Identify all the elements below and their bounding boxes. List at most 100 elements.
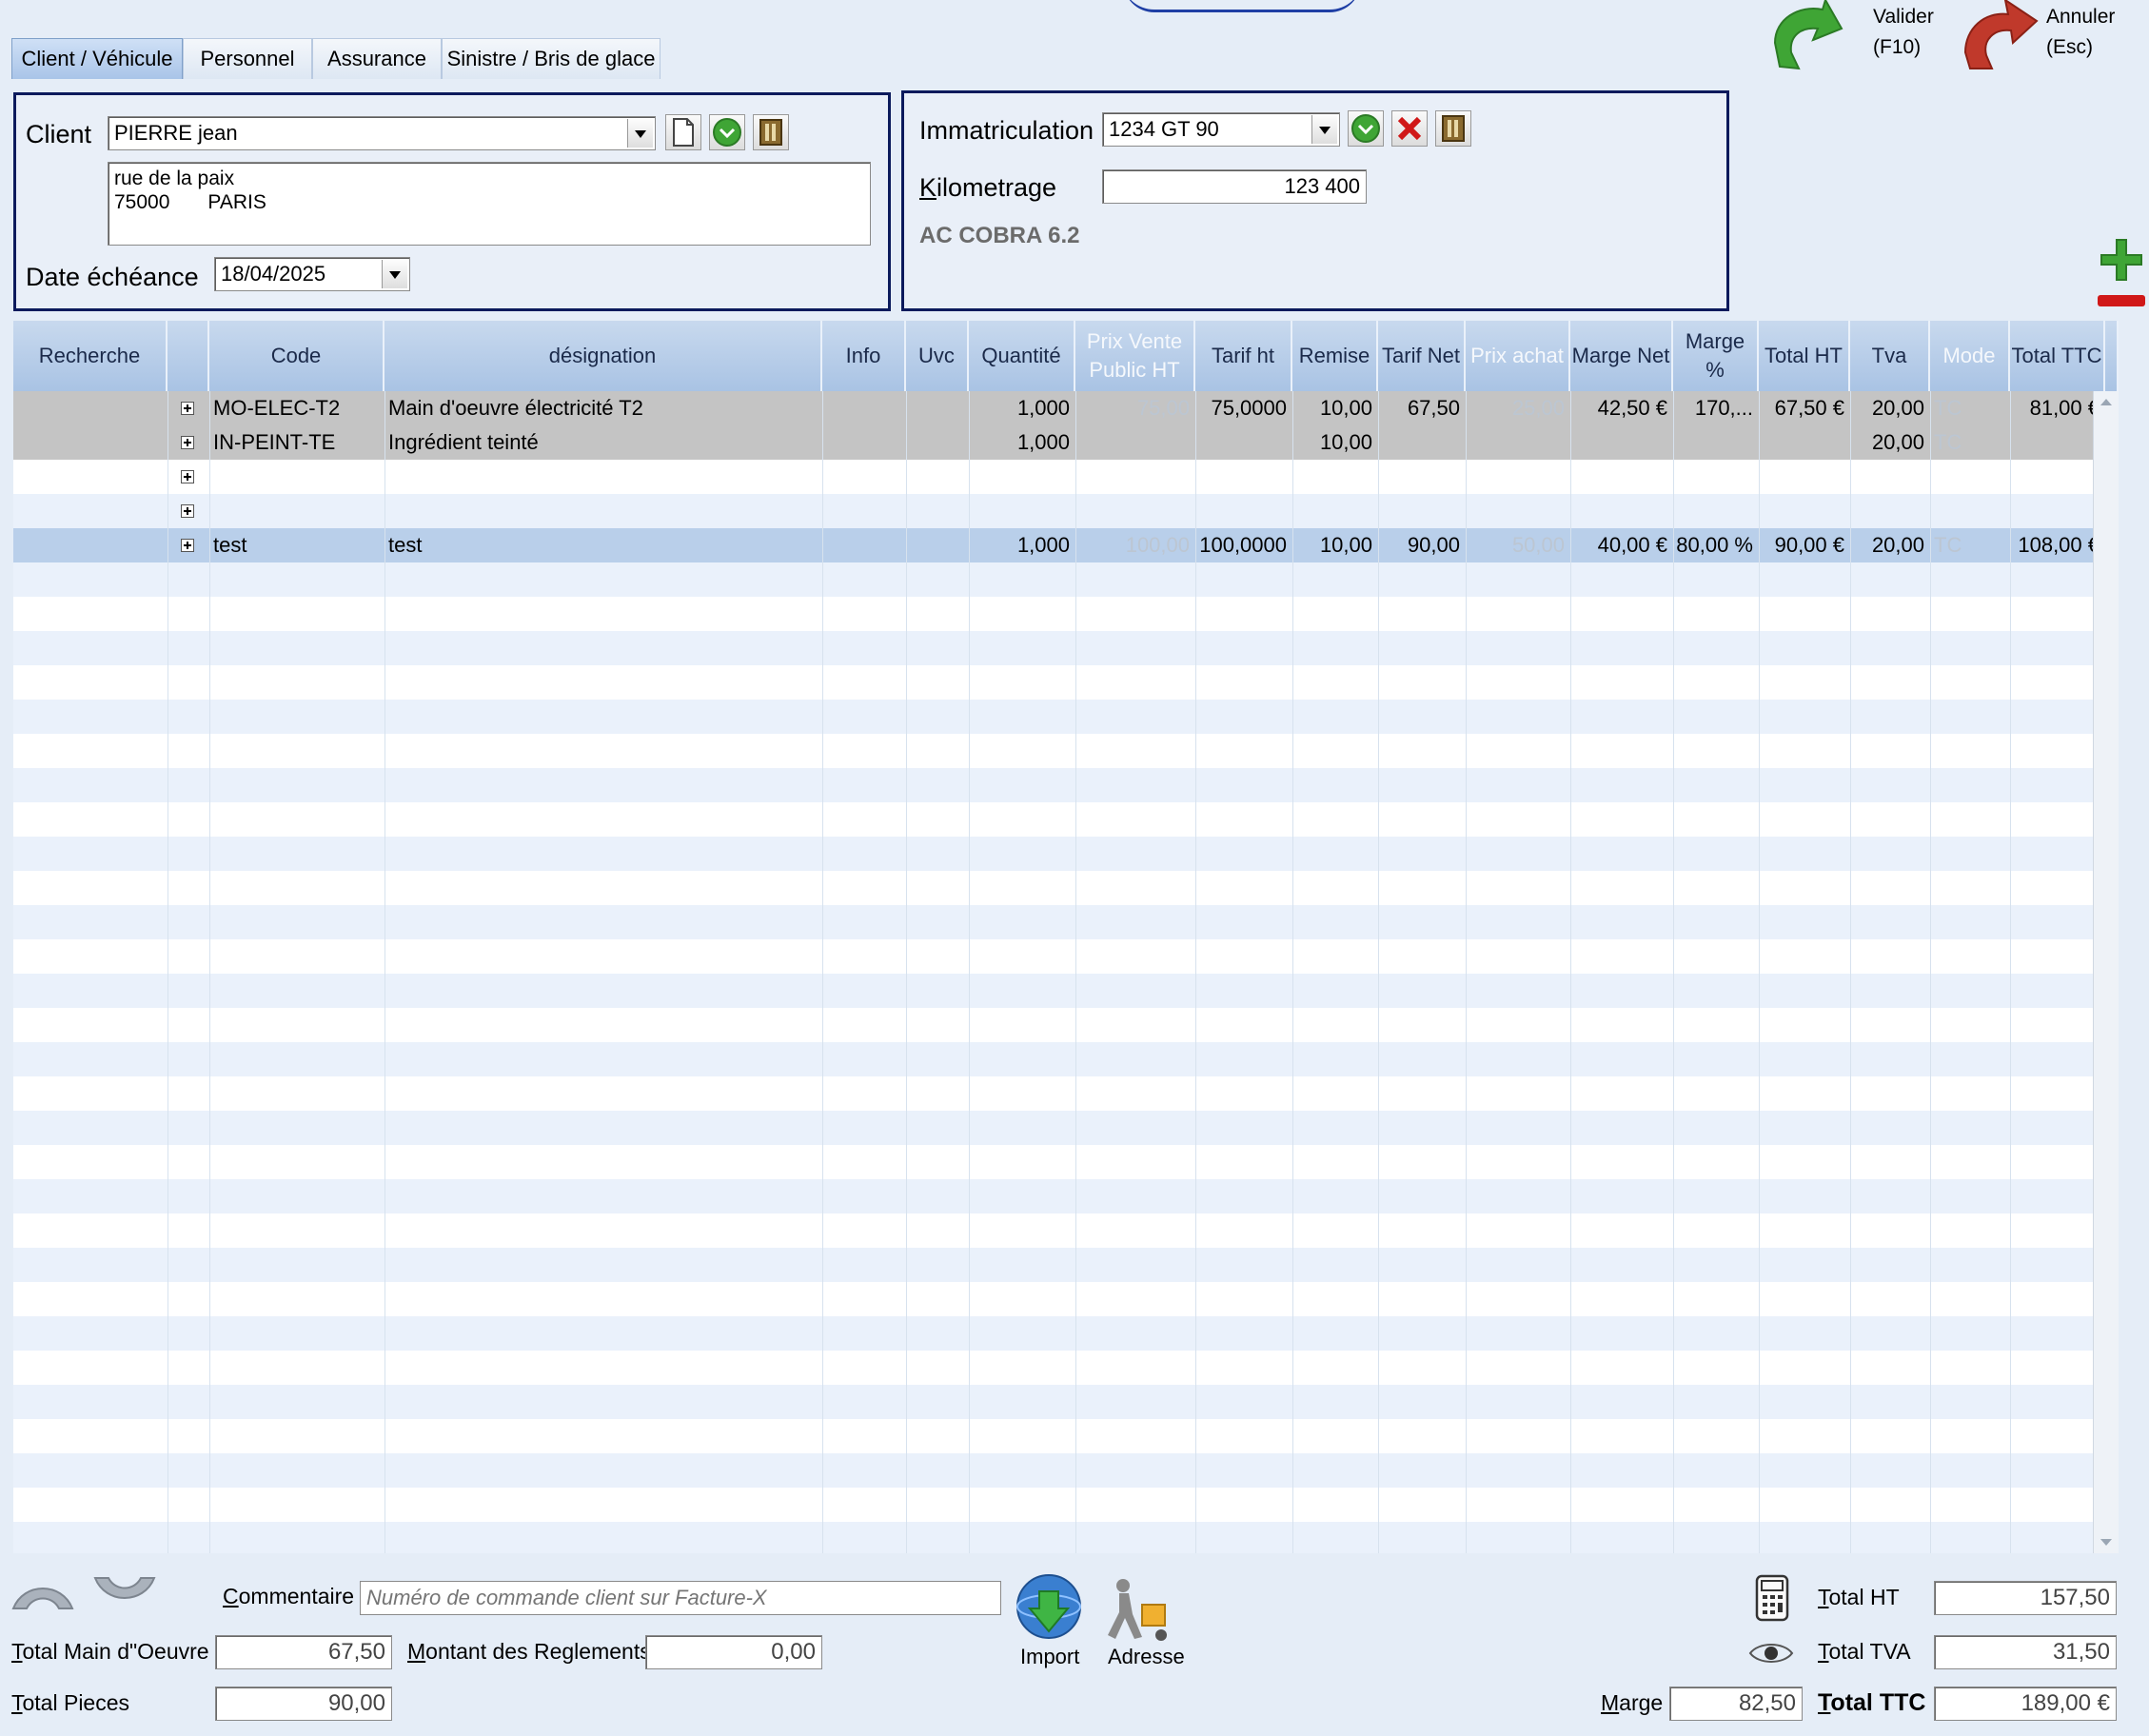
cell-prix-vente[interactable]	[1075, 460, 1195, 494]
cell-prix-achat[interactable]	[1466, 494, 1570, 528]
vehicle-book-button[interactable]	[1435, 110, 1471, 147]
column-chooser-icon[interactable]	[2105, 321, 2119, 391]
column-header-total-ht[interactable]: Total HT	[1759, 321, 1850, 391]
cell-tva[interactable]: 20,00	[1850, 528, 1930, 562]
cell-total-ht[interactable]	[1759, 460, 1850, 494]
table-row[interactable]: IN-PEINT-TE Ingrédient teinté 1,000 10,00 20…	[13, 425, 2105, 460]
cell-total-ttc[interactable]: 108,00 €	[2010, 528, 2105, 562]
column-header-expand[interactable]	[168, 321, 209, 391]
remove-line-icon[interactable]	[2098, 295, 2145, 306]
cell-mode[interactable]: TC	[1930, 391, 2010, 425]
expand-row-icon[interactable]	[181, 470, 194, 483]
table-row[interactable]: MO-ELEC-T2 Main d'oeuvre électricité T2 1,…	[13, 391, 2105, 425]
chevron-down-icon[interactable]	[1311, 115, 1337, 144]
cell-remise[interactable]: 10,00	[1292, 391, 1378, 425]
cell-tarif-net[interactable]	[1378, 460, 1466, 494]
column-header-code[interactable]: Code	[209, 321, 384, 391]
cell-code[interactable]: MO-ELEC-T2	[209, 391, 384, 425]
add-line-icon[interactable]	[2098, 236, 2145, 284]
calculator-icon[interactable]	[1753, 1574, 1791, 1622]
cell-prix-vente[interactable]	[1075, 494, 1195, 528]
client-book-button[interactable]	[753, 114, 789, 150]
tab-personnel[interactable]: Personnel	[183, 38, 312, 79]
cell-remise[interactable]: 10,00	[1292, 528, 1378, 562]
cell-total-ht[interactable]: 67,50 €	[1759, 391, 1850, 425]
vehicle-select-button[interactable]	[1348, 110, 1384, 147]
cell-designation[interactable]	[384, 494, 822, 528]
column-header-remise[interactable]: Remise	[1292, 321, 1378, 391]
cell-remise[interactable]: 10,00	[1292, 425, 1378, 460]
column-header-uvc[interactable]: Uvc	[906, 321, 969, 391]
column-header-total-ttc[interactable]: Total TTC	[2010, 321, 2105, 391]
cell-marge-net[interactable]	[1570, 425, 1673, 460]
column-header-marge-pct[interactable]: Marge %	[1673, 321, 1759, 391]
cell-tarif-net[interactable]	[1378, 494, 1466, 528]
column-header-prix-achat[interactable]: Prix achat	[1466, 321, 1570, 391]
cell-total-ttc[interactable]	[2010, 425, 2105, 460]
cell-tva[interactable]	[1850, 460, 1930, 494]
move-up-icon[interactable]	[10, 1570, 76, 1614]
client-address[interactable]: rue de la paix 75000 PARIS	[108, 162, 871, 246]
cell-mode[interactable]	[1930, 494, 2010, 528]
cancel-button[interactable]: Annuler (Esc)	[1956, 0, 2146, 76]
expand-row-icon[interactable]	[181, 436, 194, 449]
eye-icon[interactable]	[1747, 1639, 1795, 1667]
comment-input[interactable]	[360, 1581, 1001, 1615]
cell-prix-achat[interactable]	[1466, 425, 1570, 460]
cell-mode[interactable]: TC	[1930, 425, 2010, 460]
km-field[interactable]: 123 400	[1102, 169, 1367, 204]
cell-tarif-ht[interactable]: 75,0000	[1195, 391, 1292, 425]
cell-quantite[interactable]: 1,000	[969, 391, 1075, 425]
table-row[interactable]: test test 1,000 100,00 100,0000 10,00 90,00 50,…	[13, 528, 2105, 562]
cell-prix-achat[interactable]: 25,00	[1466, 391, 1570, 425]
cell-tva[interactable]	[1850, 494, 1930, 528]
vehicle-delete-button[interactable]	[1391, 110, 1428, 147]
column-header-tarif-net[interactable]: Tarif Net	[1378, 321, 1466, 391]
cell-mode[interactable]	[1930, 460, 2010, 494]
cell-tva[interactable]: 20,00	[1850, 425, 1930, 460]
cell-total-ht[interactable]	[1759, 425, 1850, 460]
cell-marge-pct[interactable]: 170,...	[1673, 391, 1759, 425]
cell-prix-achat[interactable]: 50,00	[1466, 528, 1570, 562]
vertical-scrollbar[interactable]	[2093, 391, 2119, 1553]
cell-quantite[interactable]	[969, 494, 1075, 528]
column-header-tarif-ht[interactable]: Tarif ht	[1195, 321, 1292, 391]
cell-marge-pct[interactable]	[1673, 425, 1759, 460]
cell-total-ttc[interactable]: 81,00 €	[2010, 391, 2105, 425]
table-row[interactable]	[13, 494, 2105, 528]
cell-total-ttc[interactable]	[2010, 494, 2105, 528]
cell-tarif-net[interactable]: 67,50	[1378, 391, 1466, 425]
column-header-quantite[interactable]: Quantité	[969, 321, 1075, 391]
tab-sinistre[interactable]: Sinistre / Bris de glace	[442, 38, 660, 79]
scroll-down-icon[interactable]	[2100, 1539, 2112, 1546]
column-header-mode[interactable]: Mode	[1930, 321, 2010, 391]
cell-marge-net[interactable]: 40,00 €	[1570, 528, 1673, 562]
cell-tva[interactable]: 20,00	[1850, 391, 1930, 425]
import-button[interactable]: Import	[1013, 1572, 1085, 1669]
client-select-button[interactable]	[709, 114, 745, 150]
cell-marge-pct[interactable]	[1673, 460, 1759, 494]
cell-tarif-net[interactable]	[1378, 425, 1466, 460]
cell-tarif-net[interactable]: 90,00	[1378, 528, 1466, 562]
cell-marge-net[interactable]	[1570, 460, 1673, 494]
cell-marge-pct[interactable]: 80,00 %	[1673, 528, 1759, 562]
cell-mode[interactable]: TC	[1930, 528, 2010, 562]
chevron-down-icon[interactable]	[382, 260, 407, 288]
cell-code[interactable]	[209, 460, 384, 494]
cell-designation[interactable]	[384, 460, 822, 494]
column-header-prix-vente[interactable]: Prix Vente Public HT	[1075, 321, 1195, 391]
table-row[interactable]	[13, 460, 2105, 494]
cell-tarif-ht[interactable]	[1195, 460, 1292, 494]
cell-tarif-ht[interactable]	[1195, 425, 1292, 460]
cell-marge-net[interactable]	[1570, 494, 1673, 528]
move-down-icon[interactable]	[91, 1570, 158, 1614]
expand-row-icon[interactable]	[181, 539, 194, 552]
cell-tarif-ht[interactable]: 100,0000	[1195, 528, 1292, 562]
cell-tarif-ht[interactable]	[1195, 494, 1292, 528]
expand-row-icon[interactable]	[181, 504, 194, 518]
cell-remise[interactable]	[1292, 460, 1378, 494]
cell-designation[interactable]: test	[384, 528, 822, 562]
plate-select[interactable]: 1234 GT 90	[1102, 112, 1340, 147]
tab-assurance[interactable]: Assurance	[312, 38, 442, 79]
cell-code[interactable]	[209, 494, 384, 528]
